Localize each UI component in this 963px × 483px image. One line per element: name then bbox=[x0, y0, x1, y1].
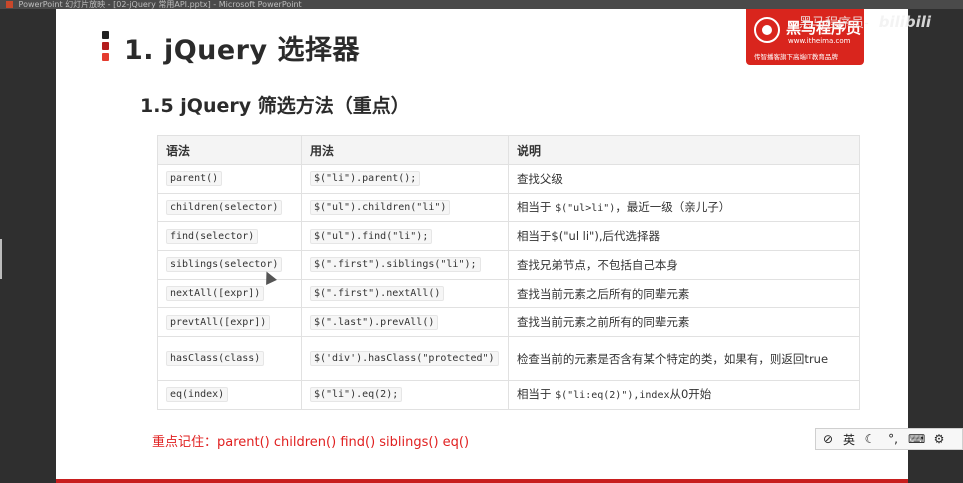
slide-main-title: 1. jQuery 选择器 bbox=[124, 35, 360, 66]
window-title: PowerPoint 幻灯片放映 - [02-jQuery 常用API.pptx… bbox=[18, 0, 302, 9]
table-row: eq(index) $("li").eq(2); 相当于 $("li:eq(2)… bbox=[157, 380, 861, 410]
usage-cell: $(".first").nextAll() bbox=[300, 278, 509, 309]
watermark-text: 黑马程序员- bbox=[799, 16, 869, 31]
usage-cell: $("ul").find("li"); bbox=[300, 221, 509, 252]
syntax-cell: find(selector) bbox=[157, 221, 302, 252]
syntax-code: find(selector) bbox=[166, 228, 259, 244]
description-cell: 检查当前的元素是否含有某个特定的类，如果有，则返回true bbox=[507, 336, 861, 382]
table-row: hasClass(class) $('div').hasClass("prote… bbox=[157, 336, 861, 382]
usage-code: $("ul").find("li"); bbox=[309, 228, 433, 244]
usage-code: $("li").parent(); bbox=[309, 171, 421, 187]
usage-code: $("li").eq(2); bbox=[309, 387, 403, 403]
description-text: ，最近一级（亲儿子） bbox=[615, 199, 731, 214]
usage-code: $(".first").nextAll() bbox=[309, 286, 445, 302]
bilibili-logo: bilibili bbox=[878, 13, 932, 31]
syntax-code: eq(index) bbox=[166, 387, 229, 403]
description-text: 查找当前元素之前所有的同辈元素 bbox=[516, 315, 690, 330]
description-text: 相当于$("ul li"),后代选择器 bbox=[516, 229, 660, 244]
ime-toolbar[interactable]: ⊘ 英 ☾ °, ⌨ ⚙ bbox=[815, 428, 963, 450]
header-description: 说明 bbox=[507, 135, 861, 165]
usage-cell: $("li").parent(); bbox=[300, 164, 509, 194]
description-cell: 相当于 $("li:eq(2)"),index从0开始 bbox=[507, 380, 861, 410]
slide-bottom-bar bbox=[56, 479, 908, 483]
title-marker-icon bbox=[102, 31, 109, 61]
description-cell: 相当于 $("ul>li")，最近一级（亲儿子） bbox=[507, 192, 861, 223]
usage-code: $("ul").children("li") bbox=[309, 200, 451, 216]
description-text: 从0开始 bbox=[669, 386, 712, 401]
screen: PowerPoint 幻灯片放映 - [02-jQuery 常用API.pptx… bbox=[0, 0, 963, 483]
gear-icon[interactable]: ⚙ bbox=[931, 431, 947, 447]
description-code: $("ul>li") bbox=[555, 202, 616, 214]
syntax-code: hasClass(class) bbox=[166, 351, 265, 367]
syntax-cell: eq(index) bbox=[157, 380, 302, 410]
logo-tagline: 传智播客旗下高端IT教育品牌 bbox=[754, 53, 838, 61]
bilibili-watermark: 黑马程序员-bilibili bbox=[799, 12, 931, 31]
syntax-cell: hasClass(class) bbox=[157, 336, 302, 382]
syntax-code: parent() bbox=[166, 171, 223, 187]
description-cell: 查找父级 bbox=[507, 164, 861, 194]
table-row: prevtAll([expr]) $(".last").prevAll() 查找… bbox=[157, 307, 861, 338]
description-cell: 查找当前元素之后所有的同辈元素 bbox=[507, 278, 861, 309]
syntax-cell: prevtAll([expr]) bbox=[157, 307, 302, 338]
description-cell: 查找兄弟节点，不包括自己本身 bbox=[507, 250, 861, 280]
header-syntax: 语法 bbox=[157, 135, 302, 165]
description-text: 相当于 bbox=[516, 199, 552, 214]
table-row: find(selector) $("ul").find("li"); 相当于$(… bbox=[157, 221, 861, 252]
slide-sub-title: 1.5 jQuery 筛选方法（重点） bbox=[140, 95, 410, 117]
description-text: 查找父级 bbox=[516, 171, 563, 186]
syntax-code: siblings(selector) bbox=[166, 257, 283, 273]
usage-cell: $("li").eq(2); bbox=[300, 380, 509, 410]
usage-cell: $(".first").siblings("li"); bbox=[300, 250, 509, 280]
syntax-cell: nextAll([expr]) bbox=[157, 278, 302, 309]
window-edge bbox=[0, 239, 2, 279]
syntax-cell: children(selector) bbox=[157, 192, 302, 223]
logo-url: www.itheima.com bbox=[788, 37, 851, 45]
right-dark-area bbox=[908, 9, 963, 483]
description-text: 查找兄弟节点，不包括自己本身 bbox=[516, 257, 678, 272]
usage-cell: $("ul").children("li") bbox=[300, 192, 509, 223]
description-code: $("li:eq(2)"),index bbox=[555, 389, 670, 401]
table-row: nextAll([expr]) $(".first").nextAll() 查找… bbox=[157, 278, 861, 309]
usage-cell: $(".last").prevAll() bbox=[300, 307, 509, 338]
description-text: 检查当前的元素是否含有某个特定的类，如果有，则返回true bbox=[516, 351, 829, 366]
syntax-code: children(selector) bbox=[166, 200, 283, 216]
memo-text: 重点记住：parent() children() find() siblings… bbox=[152, 435, 470, 450]
slide[interactable]: 1. jQuery 选择器 1.5 jQuery 筛选方法（重点） 黑马程序员 … bbox=[56, 9, 908, 483]
syntax-cell: parent() bbox=[157, 164, 302, 194]
powerpoint-icon bbox=[6, 1, 13, 8]
description-cell: 查找当前元素之前所有的同辈元素 bbox=[507, 307, 861, 338]
description-text: 相当于 bbox=[516, 386, 552, 401]
punctuation-icon[interactable]: °, bbox=[885, 431, 901, 447]
logo-mark-icon bbox=[754, 17, 780, 43]
keyboard-icon[interactable]: ⌨ bbox=[908, 431, 925, 447]
syntax-cell: siblings(selector) bbox=[157, 250, 302, 280]
left-dark-area bbox=[0, 9, 56, 483]
table-row: parent() $("li").parent(); 查找父级 bbox=[157, 164, 861, 194]
ime-logo-icon[interactable]: ⊘ bbox=[820, 431, 836, 447]
ime-language-toggle[interactable]: 英 bbox=[843, 431, 855, 448]
syntax-code: prevtAll([expr]) bbox=[166, 314, 271, 330]
usage-code: $(".first").siblings("li"); bbox=[309, 257, 481, 273]
description-text: 查找当前元素之后所有的同辈元素 bbox=[516, 286, 690, 301]
table-row: children(selector) $("ul").children("li"… bbox=[157, 192, 861, 223]
usage-code: $(".last").prevAll() bbox=[309, 314, 439, 330]
usage-cell: $('div').hasClass("protected") bbox=[300, 336, 509, 382]
usage-code: $('div').hasClass("protected") bbox=[309, 351, 499, 367]
moon-icon[interactable]: ☾ bbox=[862, 431, 878, 447]
table-header-row: 语法 用法 说明 bbox=[157, 135, 861, 165]
window-title-bar: PowerPoint 幻灯片放映 - [02-jQuery 常用API.pptx… bbox=[0, 0, 963, 9]
syntax-code: nextAll([expr]) bbox=[166, 286, 265, 302]
description-cell: 相当于$("ul li"),后代选择器 bbox=[507, 221, 861, 252]
header-usage: 用法 bbox=[300, 135, 509, 165]
